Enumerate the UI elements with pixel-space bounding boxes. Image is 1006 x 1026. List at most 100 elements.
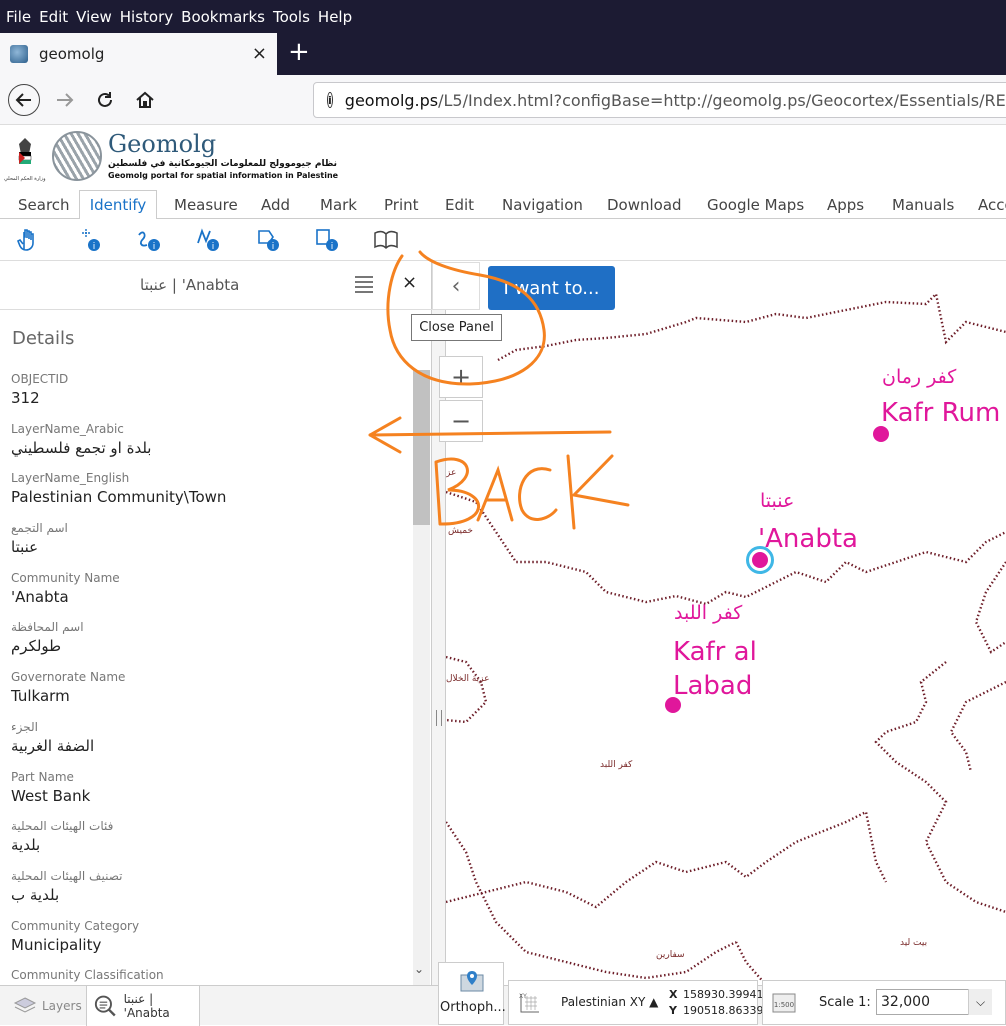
- city-label: Kafr al Labad: [673, 637, 757, 701]
- splitter-grip-icon: [436, 710, 442, 726]
- field-value: بلدة او تجمع فلسطيني: [11, 438, 152, 457]
- city-marker[interactable]: [752, 552, 768, 568]
- collapse-panel-button[interactable]: ‹: [432, 262, 480, 310]
- city-marker[interactable]: [873, 426, 889, 442]
- svg-text:i: i: [93, 242, 96, 252]
- tab-title: geomolg: [39, 45, 105, 63]
- panel-header: عنبتا | 'Anabta ×: [0, 262, 432, 310]
- site-info-icon[interactable]: i: [327, 92, 333, 108]
- zoom-out-button[interactable]: −: [439, 400, 483, 442]
- home-icon: [136, 91, 154, 108]
- scroll-down-icon[interactable]: ⌄: [414, 962, 424, 976]
- panel-menu-icon[interactable]: [355, 276, 373, 293]
- menu-bookmarks[interactable]: Bookmarks: [181, 8, 265, 26]
- back-button[interactable]: [8, 84, 40, 116]
- scale-icon: 1:500: [772, 993, 796, 1013]
- detail-field: Governorate Name Tulkarm: [11, 670, 406, 720]
- navigation-bar: i geomolg.ps/L5/Index.html?configBase=ht…: [0, 75, 1006, 125]
- brand-name: Geomolg: [108, 130, 217, 158]
- tab-identify[interactable]: Identify: [79, 190, 157, 220]
- toolbar-tabs: Search Identify Measure Add Mark Print E…: [0, 187, 1006, 220]
- menu-view[interactable]: View: [76, 8, 112, 26]
- i-want-to-button[interactable]: I want to...: [488, 266, 615, 310]
- field-value: West Bank: [11, 786, 91, 805]
- forward-button[interactable]: [49, 84, 81, 116]
- identify-polygon-icon[interactable]: i: [255, 227, 281, 253]
- scale-label: Scale 1:: [819, 995, 871, 1010]
- field-label: Governorate Name: [11, 670, 126, 685]
- tab-close-button[interactable]: ×: [252, 43, 267, 64]
- menu-edit[interactable]: Edit: [39, 8, 68, 26]
- map-view[interactable]: كفر رمان Kafr Rum عنبتا 'Anabta كفر اللب…: [446, 262, 1006, 985]
- detail-field: Community Category Municipality: [11, 919, 406, 969]
- pan-hand-icon[interactable]: [16, 227, 42, 253]
- field-label: Part Name: [11, 769, 74, 784]
- city-marker[interactable]: [665, 697, 681, 713]
- map-small-label: عز: [446, 468, 457, 478]
- menu-help[interactable]: Help: [318, 8, 352, 26]
- scale-dropdown-icon[interactable]: ⌵: [968, 989, 992, 1015]
- tab-mark[interactable]: Mark: [320, 196, 357, 214]
- browser-tab[interactable]: geomolg ×: [0, 33, 277, 75]
- field-value: 'Anabta: [11, 587, 69, 606]
- city-label: Kafr Rum: [881, 398, 1001, 428]
- field-value: عنبتا: [11, 538, 39, 557]
- details-heading: Details: [12, 328, 75, 349]
- new-tab-button[interactable]: +: [288, 37, 310, 67]
- panel-scrollbar-thumb[interactable]: [413, 370, 430, 525]
- book-icon[interactable]: [373, 227, 399, 253]
- identify-results-panel: عنبتا | 'Anabta × Details OBJECTID 312 La…: [0, 262, 432, 985]
- identify-polyline-icon[interactable]: i: [195, 227, 221, 253]
- menu-history[interactable]: History: [120, 8, 173, 26]
- svg-text:i: i: [153, 242, 156, 252]
- field-label: OBJECTID: [11, 372, 69, 386]
- tab-account[interactable]: Acco: [978, 196, 1006, 214]
- home-button[interactable]: [129, 84, 161, 116]
- identify-rectangle-icon[interactable]: i: [314, 227, 340, 253]
- field-value: الضفة الغربية: [11, 736, 95, 755]
- coordinate-system-selector[interactable]: Palestinian XY ▲: [561, 995, 658, 1009]
- detail-field: اسم التجمع عنبتا: [11, 521, 406, 571]
- svg-text:i: i: [272, 242, 275, 252]
- identify-tab-label: عنبتا | 'Anabta: [123, 992, 170, 1020]
- tab-add[interactable]: Add: [261, 196, 290, 214]
- map-small-label: خميش: [448, 526, 473, 536]
- zoom-in-button[interactable]: +: [439, 356, 483, 398]
- tab-google-maps[interactable]: Google Maps: [707, 196, 804, 214]
- url-bar[interactable]: i geomolg.ps/L5/Index.html?configBase=ht…: [313, 82, 1006, 118]
- city-label: 'Anabta: [758, 524, 858, 554]
- field-value: طولكرم: [11, 637, 62, 656]
- menu-bar: File Edit View History Bookmarks Tools H…: [0, 0, 1006, 33]
- map-small-label: عزبة الخلال: [446, 674, 490, 684]
- layers-tab-label: Layers: [42, 999, 82, 1013]
- field-label: فئات الهيئات المحلية: [11, 819, 114, 834]
- detail-field: Community Name 'Anabta: [11, 571, 406, 621]
- tab-measure[interactable]: Measure: [174, 196, 238, 214]
- tab-search[interactable]: Search: [18, 196, 70, 214]
- basemap-switcher[interactable]: Orthoph...: [438, 962, 506, 1025]
- tab-apps[interactable]: Apps: [827, 196, 864, 214]
- identify-point-icon[interactable]: i: [76, 227, 102, 253]
- layers-tab[interactable]: Layers: [0, 986, 84, 1026]
- field-label: Community Category: [11, 918, 140, 933]
- app-header: وزارة الحكم المحلي Geomolg نظام جيوموولج…: [0, 126, 1006, 186]
- menu-file[interactable]: File: [6, 8, 31, 26]
- tab-manuals[interactable]: Manuals: [892, 196, 954, 214]
- identify-results-tab[interactable]: عنبتا | 'Anabta: [86, 986, 200, 1026]
- brand-english-tagline: Geomolg portal for spatial information i…: [108, 171, 339, 180]
- detail-field: الجزء الضفة الغربية: [11, 720, 406, 770]
- tab-download[interactable]: Download: [607, 196, 682, 214]
- y-label: Y: [669, 1004, 677, 1017]
- svg-text:XY: XY: [519, 993, 527, 1000]
- menu-tools[interactable]: Tools: [273, 8, 310, 26]
- field-value: Palestinian Community\Town: [11, 488, 227, 507]
- tab-print[interactable]: Print: [384, 196, 419, 214]
- detail-field: LayerName_English Palestinian Community\T…: [11, 471, 406, 521]
- detail-field: اسم المحافظة طولكرم: [11, 620, 406, 670]
- reload-button[interactable]: [89, 84, 121, 116]
- close-panel-button[interactable]: ×: [402, 272, 417, 293]
- identify-line-icon[interactable]: i: [136, 227, 162, 253]
- tab-edit[interactable]: Edit: [445, 196, 474, 214]
- basemap-icon: [460, 971, 484, 992]
- tab-navigation[interactable]: Navigation: [502, 196, 583, 214]
